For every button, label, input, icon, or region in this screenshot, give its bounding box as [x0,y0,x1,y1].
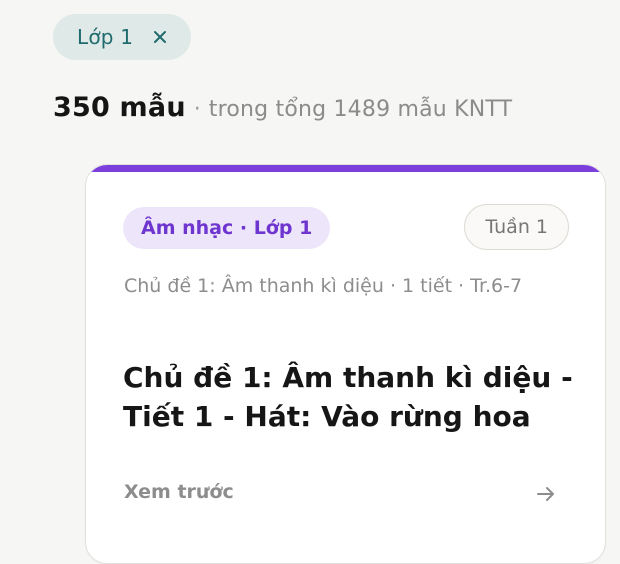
results-total: trong tổng 1489 mẫu KNTT [208,97,513,122]
filter-chip-label: Lớp 1 [77,25,134,49]
lesson-title: Chủ đề 1: Âm thanh kì diệu - Tiết 1 - Há… [123,361,573,433]
filter-chip-grade[interactable]: Lớp 1 [53,14,192,60]
results-summary: 350 mẫu · trong tổng 1489 mẫu KNTT [53,92,512,123]
results-count: 350 mẫu [53,92,186,123]
arrow-right-icon[interactable] [535,483,557,505]
preview-link[interactable]: Xem trước [124,481,234,503]
week-badge: Tuần 1 [464,204,569,250]
lesson-card[interactable]: Âm nhạc · Lớp 1 Tuần 1 Chủ đề 1: Âm than… [85,164,606,564]
card-accent-bar [86,165,605,172]
summary-separator: · [193,97,201,122]
subject-badge: Âm nhạc · Lớp 1 [123,207,331,249]
close-icon[interactable] [151,28,169,46]
lesson-meta: Chủ đề 1: Âm thanh kì diệu · 1 tiết · Tr… [124,275,523,297]
